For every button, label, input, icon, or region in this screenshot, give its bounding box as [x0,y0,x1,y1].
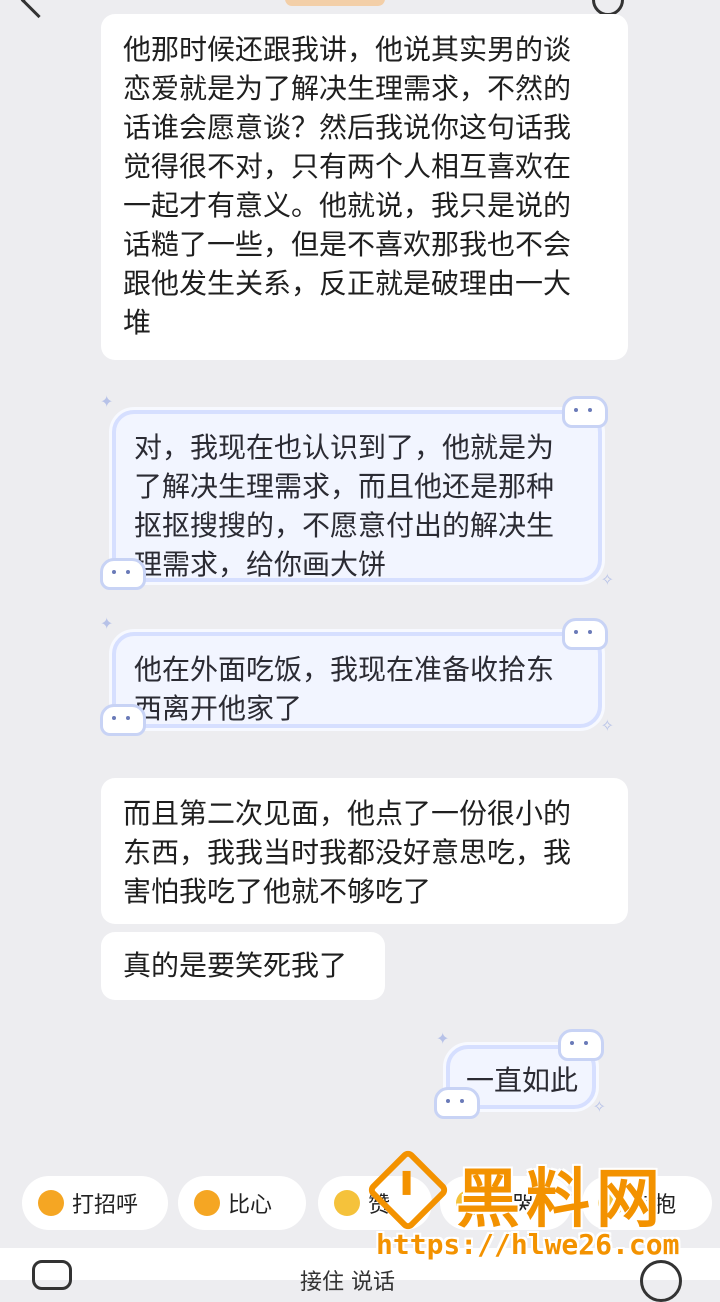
message-line: 话谁会愿意谈？然后我说你这句话我 [123,111,572,144]
cat-sticker-icon [100,558,146,590]
message-line: 一起才有意义。他就说，我只是说的 [123,189,572,222]
cat-sticker-icon [434,1087,480,1119]
message-line: 一直如此 [466,1064,579,1097]
watermark-logo-icon [365,1147,451,1233]
sparkle-icon: ✦ [436,1029,450,1048]
sparkle-icon: ✧ [600,570,614,589]
thumbs-up-icon [334,1190,360,1216]
hand-wave-icon [38,1190,64,1216]
message-bubble[interactable]: 而且第二次见面，他点了一份很小的 东西，我我当时我都没好意思吃，我 害怕我吃了他… [101,778,628,924]
message-line: 理需求，给你画大饼 [134,548,387,581]
sparkle-icon: ✧ [592,1097,606,1116]
message-line: 觉得很不对，只有两个人相互喜欢在 [123,150,572,183]
message-line: 堆 [123,306,152,339]
message-line: 而且第二次见面，他点了一份很小的 [123,797,572,830]
sparkle-icon: ✦ [100,614,114,633]
cat-sticker-icon [558,1029,604,1061]
voice-icon[interactable] [32,1260,72,1290]
quick-reply-heart[interactable]: 比心 [178,1176,306,1230]
status-pill [285,0,385,6]
message-line: 恋爱就是为了解决生理需求，不然的 [123,72,572,105]
decorated-message-bubble[interactable]: 一直如此 ✦ ✧ [434,1029,606,1119]
quick-reply-greet[interactable]: 打招呼 [22,1176,168,1230]
message-bubble[interactable]: 真的是要笑死我了 [101,932,385,1000]
back-arrow-icon[interactable] [20,0,57,19]
message-line: 了解决生理需求，而且他还是那种 [134,470,555,503]
decorated-message-bubble[interactable]: 他在外面吃饭，我现在准备收拾东 西离开他家了 ✦ ✧ [100,616,614,736]
message-line: 害怕我吃了他就不够吃了 [123,875,432,908]
watermark: 黑料网 https://hlwe26.com [365,1147,714,1270]
watermark-title: 黑料网 [456,1163,666,1237]
message-line: 东西，我我当时我都没好意思吃，我 [123,836,572,869]
sparkle-icon: ✦ [100,392,114,411]
quick-reply-label: 比心 [228,1193,273,1218]
heart-hand-icon [194,1190,220,1216]
message-line: 西离开他家了 [134,692,303,725]
quick-reply-label: 打招呼 [72,1193,139,1218]
cat-sticker-icon [562,618,608,650]
message-line: 他那时候还跟我讲，他说其实男的谈 [123,33,572,66]
message-line: 话糙了一些，但是不喜欢那我也不会 [123,228,572,261]
message-line: 对，我现在也认识到了，他就是为 [134,431,555,464]
sparkle-icon: ✧ [600,716,614,735]
message-line: 他在外面吃饭，我现在准备收拾东 [134,653,555,686]
message-line: 抠抠搜搜的，不愿意付出的解决生 [134,509,555,542]
message-bubble[interactable]: 他那时候还跟我讲，他说其实男的谈 恋爱就是为了解决生理需求，不然的 话谁会愿意谈… [101,14,628,360]
message-line: 真的是要笑死我了 [123,949,348,982]
decorated-message-bubble[interactable]: 对，我现在也认识到了，他就是为 了解决生理需求，而且他还是那种 抠抠搜搜的，不愿… [100,394,614,590]
cat-sticker-icon [100,704,146,736]
cat-sticker-icon [562,396,608,428]
message-line: 跟他发生关系，反正就是破理由一大 [123,267,572,300]
watermark-url: https://hlwe26.com [376,1228,680,1261]
